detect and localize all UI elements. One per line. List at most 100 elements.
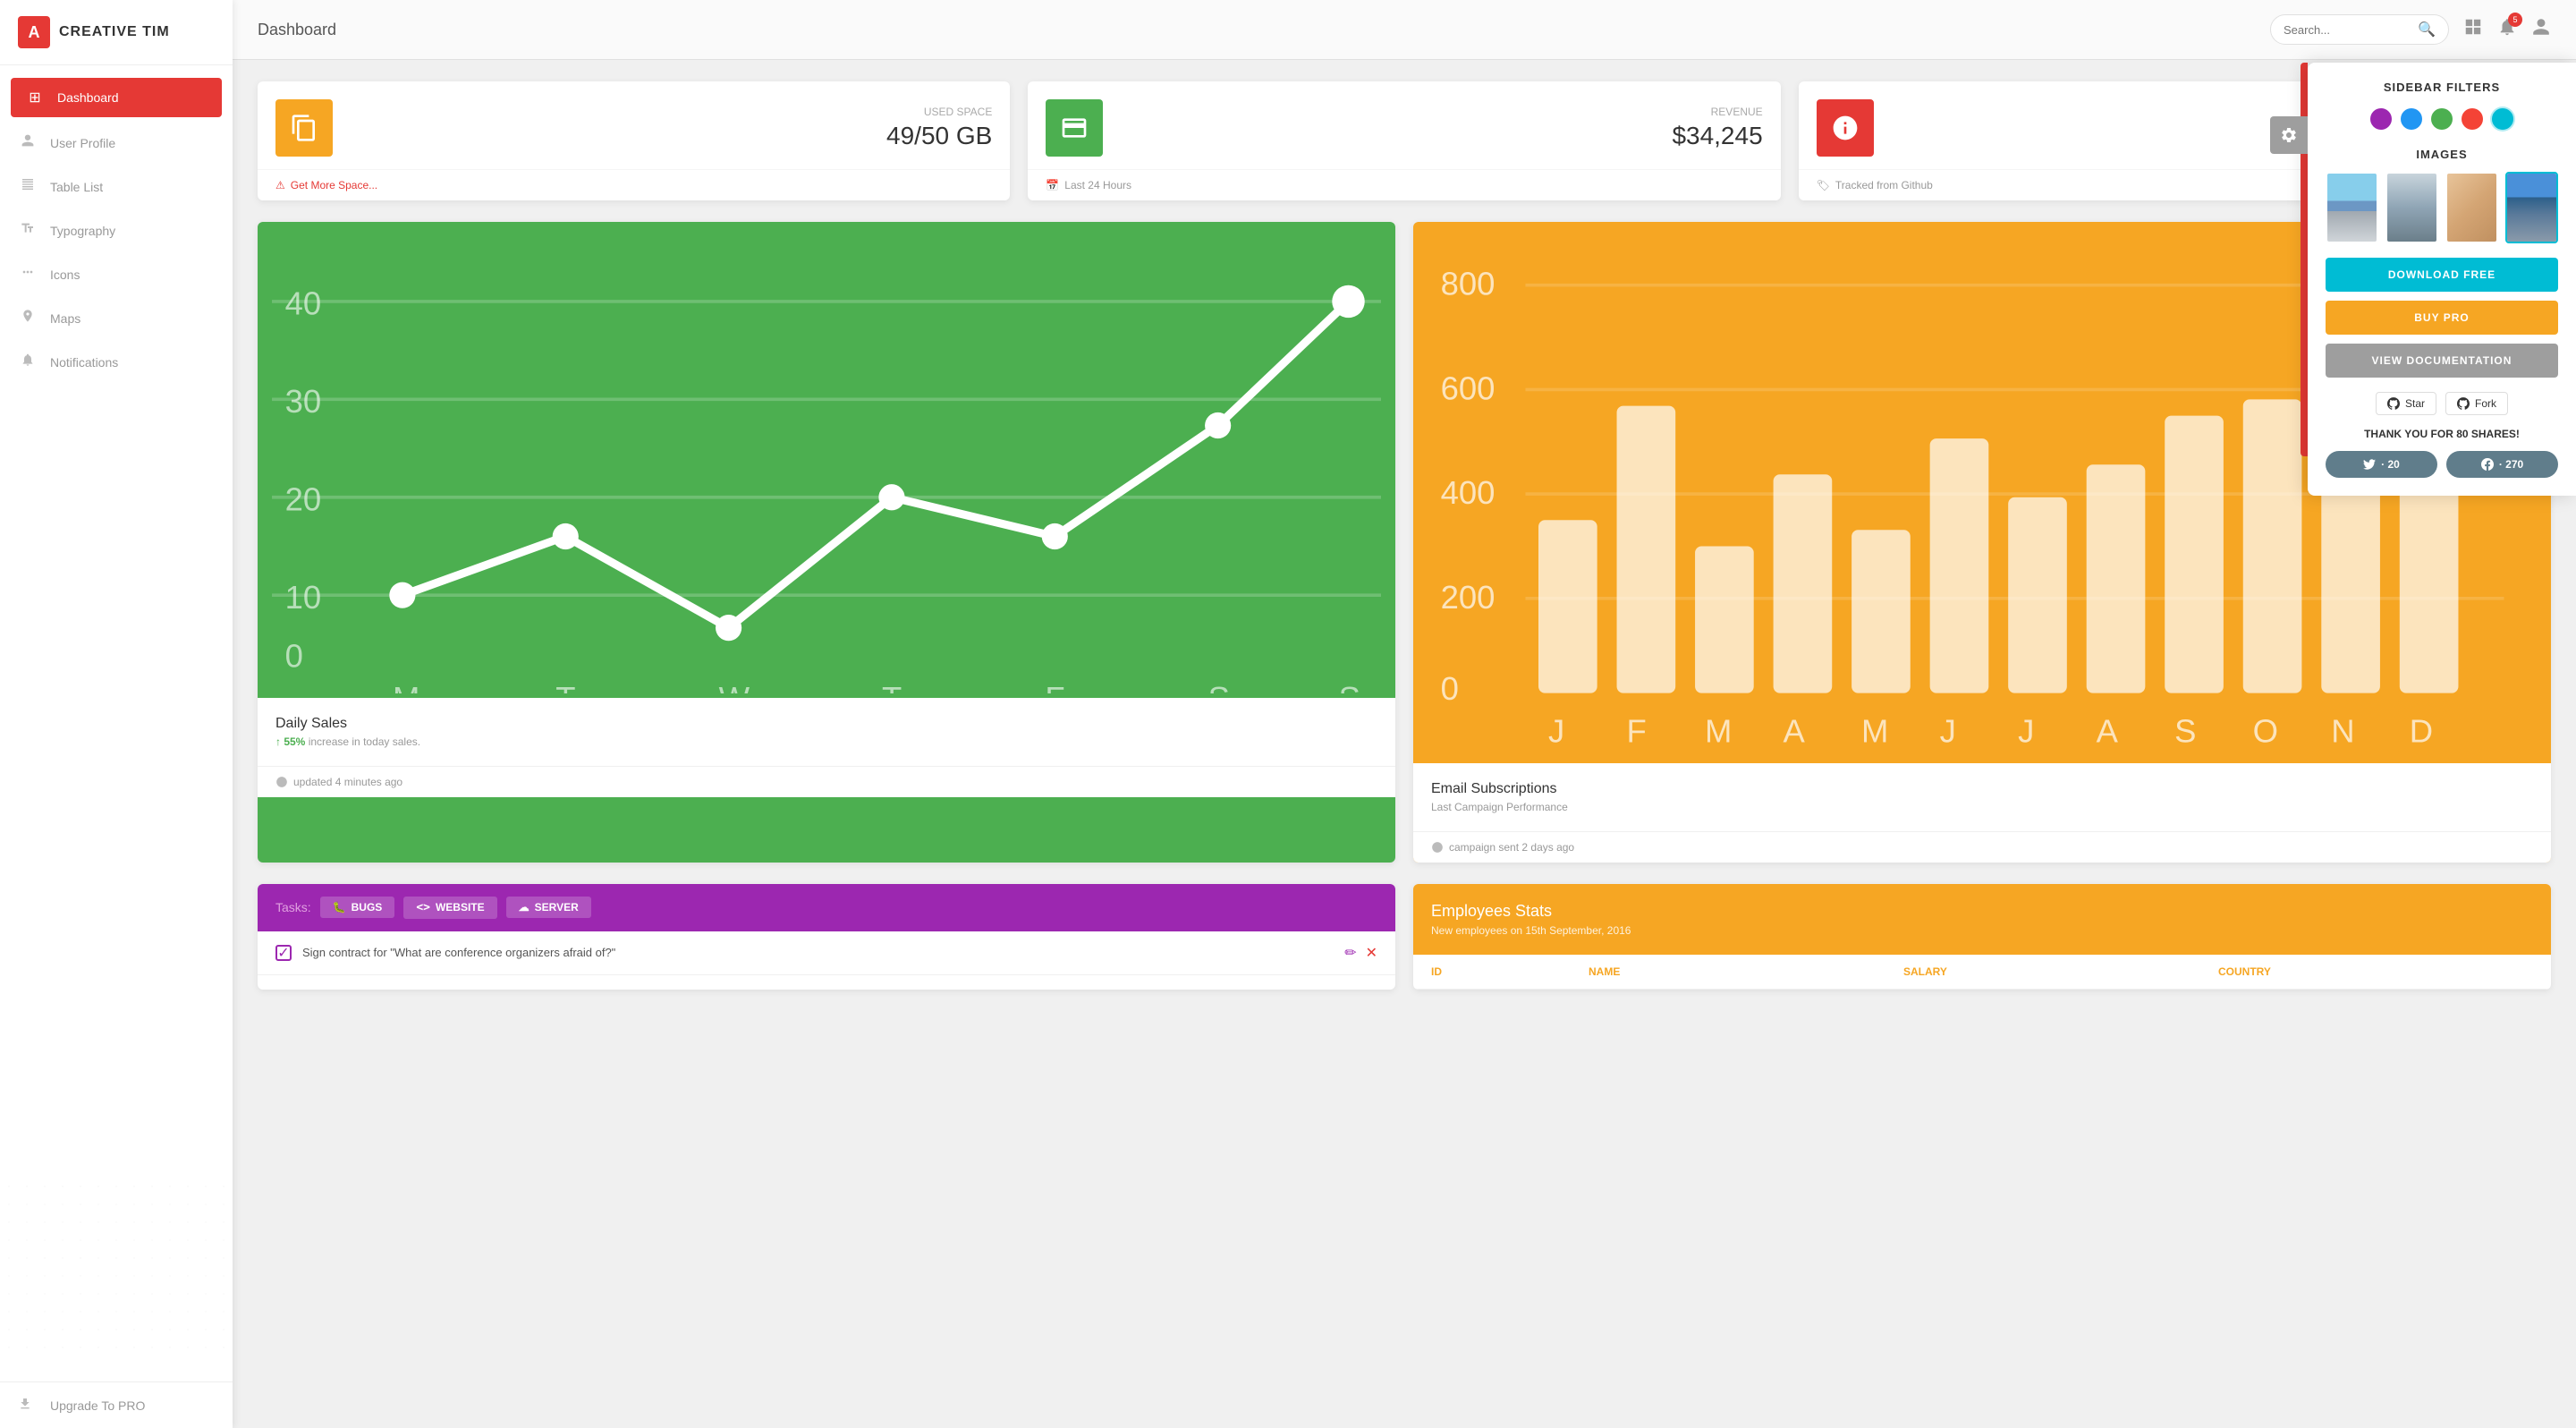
- used-space-info: Used Space 49/50 GB: [347, 106, 992, 150]
- user-icon: [18, 133, 38, 152]
- image-thumb-3[interactable]: [2445, 172, 2498, 243]
- svg-text:600: 600: [1441, 370, 1496, 406]
- tasks-tab-bugs[interactable]: 🐛 BUGS: [320, 897, 395, 918]
- color-dot-purple[interactable]: [2370, 108, 2392, 130]
- grid-icon[interactable]: [2463, 17, 2483, 42]
- thanks-text: THANK YOU FOR 80 SHARES!: [2326, 428, 2558, 440]
- svg-text:400: 400: [1441, 474, 1496, 511]
- gear-icon: [2280, 126, 2298, 144]
- github-star-icon: [2387, 397, 2400, 410]
- svg-text:O: O: [2253, 712, 2278, 749]
- svg-text:10: 10: [285, 579, 322, 616]
- sidebar: A CREATIVE TIM ⊞ Dashboard User Profile …: [0, 0, 233, 1428]
- github-row: Star Fork: [2326, 392, 2558, 415]
- sidebar-item-label: Maps: [50, 311, 80, 326]
- tag-icon: 🏷: [1817, 179, 1830, 191]
- upgrade-label: Upgrade To PRO: [50, 1398, 145, 1413]
- edit-icon[interactable]: ✏: [1344, 944, 1356, 962]
- sidebar-item-notifications[interactable]: Notifications: [0, 340, 233, 384]
- images-grid: [2326, 172, 2558, 243]
- revenue-footer-text: Last 24 Hours: [1064, 179, 1131, 191]
- settings-toggle-button[interactable]: [2270, 116, 2308, 154]
- tasks-card: Tasks: 🐛 BUGS <> WEBSITE ☁ SERVER: [258, 884, 1395, 990]
- svg-text:0: 0: [1441, 670, 1459, 707]
- view-docs-button[interactable]: VIEW DOCUMENTATION: [2326, 344, 2558, 378]
- svg-text:W: W: [719, 680, 750, 693]
- color-dots: [2326, 108, 2558, 130]
- used-space-value: 49/50 GB: [347, 122, 992, 150]
- notification-badge: 5: [2508, 13, 2522, 27]
- buy-pro-button[interactable]: BUY PRO: [2326, 301, 2558, 335]
- star-button[interactable]: Star: [2376, 392, 2436, 415]
- twitter-button[interactable]: · 20: [2326, 451, 2437, 478]
- fork-button[interactable]: Fork: [2445, 392, 2508, 415]
- svg-text:J: J: [2018, 712, 2034, 749]
- bug-icon: 🐛: [333, 901, 346, 914]
- svg-text:M: M: [1861, 712, 1888, 749]
- dashboard-icon: ⊞: [25, 89, 45, 106]
- tasks-tab-website[interactable]: <> WEBSITE: [403, 897, 496, 919]
- tasks-header: Tasks: 🐛 BUGS <> WEBSITE ☁ SERVER: [258, 884, 1395, 931]
- sidebar-item-typography[interactable]: Typography: [0, 208, 233, 252]
- user-profile-icon[interactable]: [2531, 17, 2551, 42]
- sidebar-item-icons[interactable]: Icons: [0, 252, 233, 296]
- bugs-tab-label: BUGS: [352, 901, 383, 914]
- sidebar-item-table-list[interactable]: Table List: [0, 165, 233, 208]
- upgrade-footer[interactable]: Upgrade To PRO: [0, 1381, 233, 1428]
- revenue-value: $34,245: [1117, 122, 1762, 150]
- filter-panel: SIDEBAR FILTERS IMAGES DOWNLOAD FREE BUY…: [2308, 63, 2576, 496]
- image-thumb-2[interactable]: [2385, 172, 2438, 243]
- page-title: Dashboard: [258, 21, 336, 39]
- svg-text:S: S: [2174, 712, 2196, 749]
- email-sub-footer-text: campaign sent 2 days ago: [1449, 841, 1574, 854]
- svg-text:200: 200: [1441, 579, 1496, 616]
- warning-icon: ⚠: [275, 179, 285, 191]
- color-dot-green[interactable]: [2431, 108, 2453, 130]
- get-more-space-link[interactable]: Get More Space...: [291, 179, 377, 191]
- delete-icon[interactable]: ✕: [1366, 944, 1377, 962]
- svg-text:30: 30: [285, 383, 322, 420]
- employees-card: Employees Stats New employees on 15th Se…: [1413, 884, 2551, 990]
- color-dot-red[interactable]: [2462, 108, 2483, 130]
- svg-text:T: T: [555, 680, 575, 693]
- sidebar-item-dashboard[interactable]: ⊞ Dashboard: [11, 78, 222, 117]
- fixed-issues-icon-box: [1817, 99, 1874, 157]
- revenue-footer: 📅 Last 24 Hours: [1028, 169, 1780, 200]
- sidebar-item-label: Dashboard: [57, 90, 119, 105]
- notification-icon[interactable]: 5: [2497, 17, 2517, 42]
- task-checkbox[interactable]: ✓: [275, 945, 292, 961]
- clock-icon-2: [1431, 841, 1444, 854]
- tasks-label: Tasks:: [275, 900, 311, 914]
- svg-text:0: 0: [285, 637, 303, 674]
- sidebar-item-label: Notifications: [50, 355, 118, 370]
- employees-header: Employees Stats New employees on 15th Se…: [1413, 884, 2551, 955]
- color-dot-cyan[interactable]: [2492, 108, 2513, 130]
- brand-name: CREATIVE TIM: [59, 24, 170, 40]
- twitter-icon: [2363, 458, 2376, 471]
- facebook-button[interactable]: · 270: [2446, 451, 2558, 478]
- sidebar-item-maps[interactable]: Maps: [0, 296, 233, 340]
- email-sub-footer: campaign sent 2 days ago: [1413, 831, 2551, 863]
- sidebar-item-label: Table List: [50, 180, 103, 194]
- download-free-button[interactable]: DOWNLOAD FREE: [2326, 258, 2558, 292]
- revenue-card: Revenue $34,245 📅 Last 24 Hours: [1028, 81, 1780, 200]
- search-box: 🔍: [2270, 14, 2449, 45]
- typography-icon: [18, 221, 38, 240]
- image-thumb-4[interactable]: [2505, 172, 2558, 243]
- image-thumb-1[interactable]: [2326, 172, 2378, 243]
- svg-text:S: S: [1339, 680, 1360, 693]
- search-icon[interactable]: 🔍: [2418, 21, 2436, 38]
- sidebar-item-user-profile[interactable]: User Profile: [0, 121, 233, 165]
- color-dot-blue[interactable]: [2401, 108, 2422, 130]
- daily-sales-footer: updated 4 minutes ago: [258, 766, 1395, 797]
- revenue-icon-box: [1046, 99, 1103, 157]
- star-label: Star: [2405, 397, 2425, 410]
- search-input[interactable]: [2284, 23, 2414, 37]
- svg-text:N: N: [2331, 712, 2354, 749]
- col-salary: Salary: [1903, 965, 2218, 978]
- svg-text:20: 20: [285, 480, 322, 517]
- table-icon: [18, 177, 38, 196]
- tasks-tab-server[interactable]: ☁ SERVER: [506, 897, 591, 918]
- daily-sales-title: Daily Sales: [275, 716, 1377, 732]
- sidebar-item-label: Icons: [50, 268, 80, 282]
